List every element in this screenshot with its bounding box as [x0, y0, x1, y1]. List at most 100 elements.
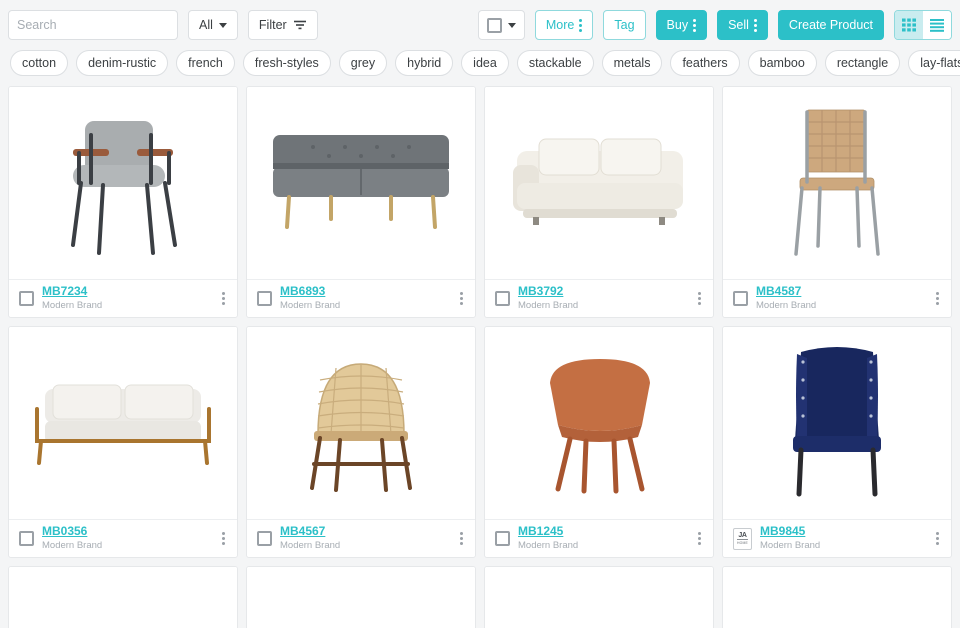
product-card-menu-icon[interactable] [696, 530, 703, 547]
filter-chip[interactable]: french [176, 50, 235, 76]
filter-chip[interactable]: feathers [670, 50, 740, 76]
filter-chip[interactable]: fresh-styles [242, 50, 331, 76]
product-select-checkbox[interactable] [257, 291, 272, 306]
product-card-menu-icon[interactable] [220, 290, 227, 307]
brand-logo-wordmark: HOME [737, 540, 748, 545]
select-all-dropdown[interactable] [477, 10, 525, 40]
filter-chip[interactable]: stackable [516, 50, 594, 76]
search-input[interactable] [9, 11, 177, 39]
product-image[interactable] [9, 87, 237, 279]
product-card-footer: MB4567 Modern Brand [247, 519, 475, 557]
product-card[interactable]: MB0356 Modern Brand [8, 326, 238, 558]
filter-chip[interactable]: bamboo [747, 50, 817, 76]
product-card[interactable]: MB6893 Modern Brand [246, 86, 476, 318]
filter-chip-label: fresh-styles [254, 56, 319, 70]
product-card[interactable]: MB7234 Modern Brand [8, 86, 238, 318]
toolbar-left-group: All Filter [8, 10, 318, 40]
sell-button[interactable]: Sell [717, 10, 768, 40]
filter-chip-label: idea [473, 56, 497, 70]
product-select-checkbox[interactable] [257, 531, 272, 546]
tag-button[interactable]: Tag [603, 10, 646, 40]
brand-logo-icon: JA HOME [733, 527, 752, 550]
product-card[interactable]: MB4567 Modern Brand [246, 326, 476, 558]
product-image[interactable] [485, 567, 713, 628]
product-sku-link[interactable]: MB4567 [280, 525, 450, 539]
product-select-checkbox[interactable] [19, 291, 34, 306]
filter-chip[interactable]: cotton [10, 50, 69, 76]
product-info: MB6893 Modern Brand [280, 285, 450, 312]
filter-icon [293, 20, 306, 30]
create-product-button-label: Create Product [788, 18, 873, 32]
product-image[interactable] [723, 87, 951, 279]
product-brand-name: Modern Brand [42, 539, 103, 551]
filter-chip-label: feathers [682, 56, 728, 70]
chevron-down-icon [218, 22, 227, 28]
more-button[interactable]: More [534, 10, 594, 40]
product-card-menu-icon[interactable] [934, 530, 941, 547]
product-brand-name: Modern Brand [518, 299, 579, 311]
filter-chip-label: denim-rustic [88, 56, 157, 70]
product-card[interactable] [722, 566, 952, 628]
product-image[interactable] [485, 87, 713, 279]
filter-chip[interactable]: hybrid [395, 50, 454, 76]
product-card-menu-icon[interactable] [458, 530, 465, 547]
filter-button-label: Filter [258, 18, 287, 32]
product-select-checkbox[interactable] [495, 531, 510, 546]
product-card-menu-icon[interactable] [220, 530, 227, 547]
product-brand-name: Modern Brand [280, 539, 341, 551]
product-card-menu-icon[interactable] [696, 290, 703, 307]
grid-view-icon [902, 18, 916, 32]
kebab-menu-icon[interactable] [753, 18, 757, 32]
product-card-footer: MB6893 Modern Brand [247, 279, 475, 317]
product-info: MB4587 Modern Brand [756, 285, 926, 312]
product-sku-link[interactable]: MB3792 [518, 285, 688, 299]
create-product-button[interactable]: Create Product [777, 10, 884, 40]
filter-chip[interactable]: denim-rustic [76, 50, 169, 76]
product-sku-link[interactable]: MB0356 [42, 525, 212, 539]
product-card[interactable] [8, 566, 238, 628]
product-card[interactable] [246, 566, 476, 628]
buy-button[interactable]: Buy [655, 10, 708, 40]
product-card[interactable]: JA HOME MB9845 Modern Brand [722, 326, 952, 558]
list-view-button[interactable] [923, 11, 951, 39]
product-card-menu-icon[interactable] [934, 290, 941, 307]
product-select-checkbox[interactable] [733, 291, 748, 306]
search-box[interactable] [8, 10, 178, 40]
product-card-footer: MB0356 Modern Brand [9, 519, 237, 557]
product-image[interactable] [485, 327, 713, 519]
filter-chip[interactable]: metals [601, 50, 663, 76]
scope-select[interactable]: All [188, 10, 238, 40]
product-card-menu-icon[interactable] [458, 290, 465, 307]
grid-view-button[interactable] [895, 11, 923, 39]
brand-logo-mark: JA [737, 531, 748, 541]
product-image[interactable] [9, 327, 237, 519]
filter-chip[interactable]: lay-flats [908, 50, 960, 76]
product-sku-link[interactable]: MB4587 [756, 285, 926, 299]
buy-button-label: Buy [666, 18, 689, 32]
product-select-checkbox[interactable] [495, 291, 510, 306]
product-image[interactable] [723, 567, 951, 628]
filter-button[interactable]: Filter [247, 10, 318, 40]
kebab-menu-icon[interactable] [579, 18, 583, 32]
product-image[interactable] [9, 567, 237, 628]
filter-chip[interactable]: rectangle [824, 50, 901, 76]
product-card[interactable]: MB1245 Modern Brand [484, 326, 714, 558]
checkbox-icon[interactable] [486, 17, 502, 33]
product-card[interactable]: MB4587 Modern Brand [722, 86, 952, 318]
product-image[interactable] [247, 327, 475, 519]
product-card[interactable] [484, 566, 714, 628]
product-image[interactable] [247, 567, 475, 628]
kebab-menu-icon[interactable] [693, 18, 697, 32]
product-sku-link[interactable]: MB6893 [280, 285, 450, 299]
product-select-checkbox[interactable] [19, 531, 34, 546]
product-card[interactable]: MB3792 Modern Brand [484, 86, 714, 318]
product-sku-link[interactable]: MB9845 [760, 525, 926, 539]
filter-chip[interactable]: idea [461, 50, 509, 76]
product-sku-link[interactable]: MB1245 [518, 525, 688, 539]
product-image[interactable] [247, 87, 475, 279]
product-brand-name: Modern Brand [756, 299, 817, 311]
product-image[interactable] [723, 327, 951, 519]
filter-chip[interactable]: grey [338, 50, 388, 76]
product-brand-name: Modern Brand [42, 299, 103, 311]
product-sku-link[interactable]: MB7234 [42, 285, 212, 299]
